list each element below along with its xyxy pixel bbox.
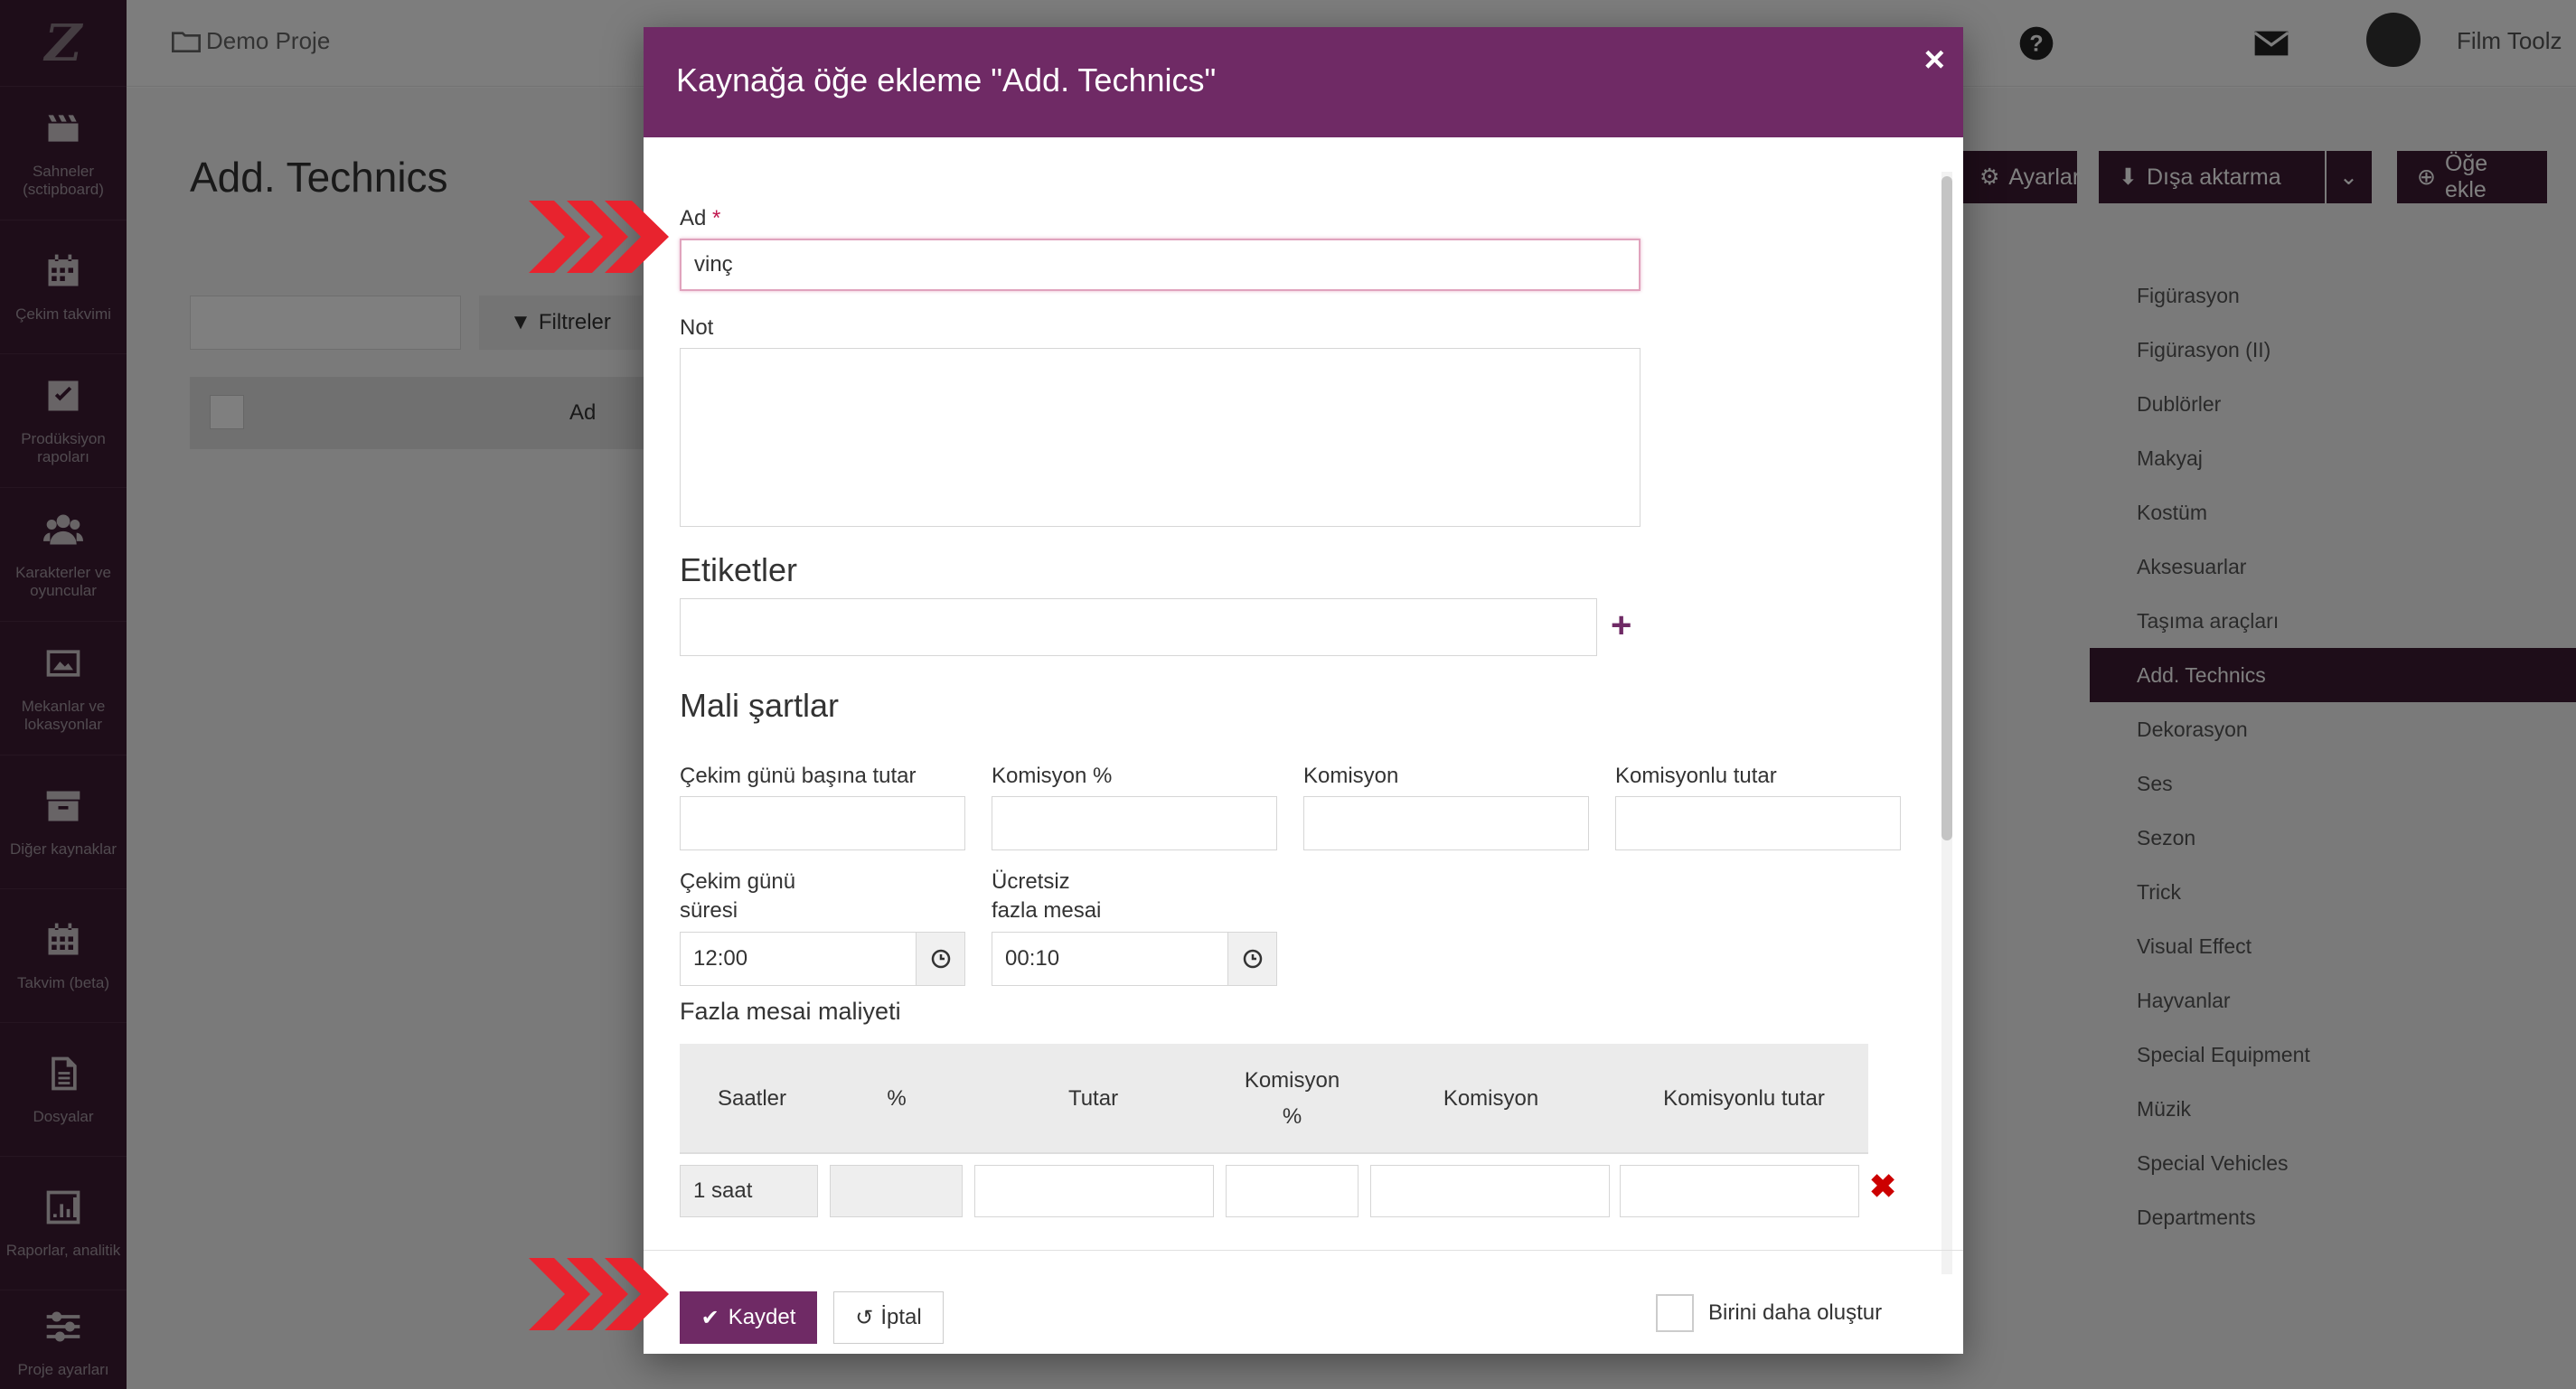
col-amount: Tutar xyxy=(1067,1086,1119,1111)
delete-row-icon[interactable]: ✖ xyxy=(1869,1168,1896,1206)
modal-body: Ad * vinç Not Etiketler + Mali şartlar Ç… xyxy=(644,137,1963,1250)
create-another-label[interactable]: Birini daha oluştur xyxy=(1708,1300,1882,1326)
modal-header: Kaynağa öğe ekleme "Add. Technics" × xyxy=(644,27,1963,137)
amount-input[interactable] xyxy=(974,1165,1214,1217)
note-label: Not xyxy=(680,315,714,340)
col-total: Komisyonlu tutar xyxy=(1663,1086,1825,1111)
save-button[interactable]: ✔ Kaydet xyxy=(680,1291,817,1344)
free-overtime-label: Ücretsiz fazla mesai xyxy=(992,869,1102,923)
duration-label: Çekim günü süresi xyxy=(680,869,796,923)
close-icon[interactable]: × xyxy=(1924,40,1945,80)
annotation-arrow-icon xyxy=(529,201,669,273)
add-item-modal: Kaynağa öğe ekleme "Add. Technics" × Ad … xyxy=(644,27,1963,1354)
clock-icon[interactable] xyxy=(1227,933,1276,985)
cancel-button[interactable]: ↺ İptal xyxy=(833,1291,944,1344)
commission-pct-input[interactable] xyxy=(992,796,1277,850)
create-another-checkbox[interactable] xyxy=(1656,1294,1694,1332)
total-label: Komisyonlu tutar xyxy=(1615,764,1777,788)
commission-pct-row-input[interactable] xyxy=(1226,1165,1359,1217)
clock-icon[interactable] xyxy=(916,933,964,985)
check-icon: ✔ xyxy=(700,1305,719,1330)
commission-pct-label: Komisyon % xyxy=(992,764,1113,788)
col-hours: Saatler xyxy=(717,1086,787,1111)
tags-title: Etiketler xyxy=(680,551,798,588)
daily-amount-label: Çekim günü başına tutar xyxy=(680,764,917,788)
commission-label: Komisyon xyxy=(1303,764,1399,788)
scrollbar-thumb[interactable] xyxy=(1941,176,1952,840)
name-input[interactable]: vinç xyxy=(680,239,1641,291)
pct-input[interactable] xyxy=(830,1165,963,1217)
commission-row-input[interactable] xyxy=(1370,1165,1610,1217)
col-commission-pct: Komisyon% xyxy=(1244,1068,1340,1129)
name-label: Ad * xyxy=(680,206,721,230)
tags-input[interactable] xyxy=(680,598,1597,656)
daily-amount-input[interactable] xyxy=(680,796,965,850)
col-commission: Komisyon xyxy=(1443,1086,1539,1111)
commission-input[interactable] xyxy=(1303,796,1589,850)
annotation-arrow-icon xyxy=(529,1258,669,1330)
finance-title: Mali şartlar xyxy=(680,687,840,724)
total-row-input[interactable] xyxy=(1620,1165,1859,1217)
overtime-cost-title: Fazla mesai maliyeti xyxy=(680,998,901,1025)
overtime-table-header: Saatler % Tutar Komisyon% Komisyon Komis… xyxy=(680,1044,1868,1154)
hours-cell: 1 saat xyxy=(680,1165,818,1217)
modal-title: Kaynağa öğe ekleme "Add. Technics" xyxy=(676,61,1217,99)
total-input[interactable] xyxy=(1615,796,1901,850)
modal-footer: ✔ Kaydet ↺ İptal Birini daha oluştur xyxy=(644,1250,1963,1354)
note-textarea[interactable] xyxy=(680,348,1641,527)
col-pct: % xyxy=(887,1086,907,1111)
undo-icon: ↺ xyxy=(855,1305,874,1330)
add-tag-icon[interactable]: + xyxy=(1611,605,1631,646)
required-mark: * xyxy=(712,206,721,230)
